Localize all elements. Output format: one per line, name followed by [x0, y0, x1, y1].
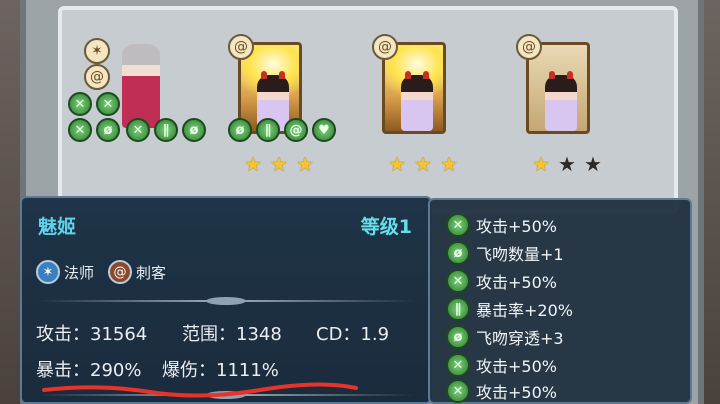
x-icon: ✕ [126, 118, 150, 142]
class-tag-assassin: @ 刺客 [108, 260, 172, 284]
kiss-icon: ♥ [312, 118, 336, 142]
slash-circle-icon: ø [446, 241, 470, 265]
x-icon: ✕ [446, 269, 470, 293]
double-slash-icon: ∥ [256, 118, 280, 142]
slash-circle-icon: ø [228, 118, 252, 142]
stat-range: 范围：1348 [182, 324, 282, 345]
bonus-row: ø 飞吻穿透+3 [446, 324, 564, 350]
star-icon: ★ [414, 152, 432, 176]
star-icon: ★ [388, 152, 406, 176]
bonus-text: 攻击+50% [476, 357, 557, 376]
annotation-underline [42, 382, 358, 398]
bonus-row: ø 飞吻数量+1 [446, 240, 564, 266]
swirl-icon: @ [84, 64, 110, 90]
bonus-row: ∥ 暴击率+20% [446, 296, 573, 322]
star-icon: ★ [244, 152, 262, 176]
swirl-icon: @ [372, 34, 398, 60]
swirl-icon: @ [516, 34, 542, 60]
swirl-icon: @ [284, 118, 308, 142]
bonus-row: ✕ 攻击+50% [446, 352, 557, 378]
x-icon: ✕ [446, 353, 470, 377]
bonus-text: 攻击+50% [476, 217, 557, 236]
star-empty-icon: ★ [558, 152, 576, 176]
hero-sprite [545, 71, 577, 131]
stat-cd: CD：1.9 [316, 324, 390, 345]
bonus-text: 飞吻穿透+3 [476, 329, 564, 348]
slash-circle-icon: ø [446, 325, 470, 349]
star-empty-icon: ★ [584, 152, 602, 176]
hero-name: 魅姬 [38, 216, 77, 238]
divider [38, 297, 414, 305]
hero-sprite [122, 44, 160, 128]
x-icon: ✕ [446, 213, 470, 237]
staff-icon: ✶ [84, 38, 110, 64]
swirl-icon: @ [108, 260, 132, 284]
slash-circle-icon: ø [96, 118, 120, 142]
bonus-text: 暴击率+20% [476, 301, 573, 320]
bonus-text: 攻击+50% [476, 383, 557, 402]
hero-level: 等级1 [360, 216, 412, 238]
bonus-row: ✕ 攻击+50% [446, 268, 557, 294]
slash-circle-icon: ø [182, 118, 206, 142]
bonus-list-panel: ✕ 攻击+50% ø 飞吻数量+1 ✕ 攻击+50% ∥ 暴击率+20% ø 飞… [428, 198, 692, 404]
stat-attack: 攻击：31564 [36, 324, 148, 345]
bonus-row: ✕ 攻击+50% [446, 378, 557, 404]
x-icon: ✕ [446, 379, 470, 403]
star-icon: ★ [440, 152, 458, 176]
class-label: 刺客 [136, 263, 167, 282]
x-icon: ✕ [96, 92, 120, 116]
class-tag-mage: ✶ 法师 [36, 260, 100, 284]
bonus-text: 攻击+50% [476, 273, 557, 292]
x-icon: ✕ [68, 118, 92, 142]
swirl-icon: @ [228, 34, 254, 60]
star-icon: ★ [296, 152, 314, 176]
bonus-row: ✕ 攻击+50% [446, 212, 557, 238]
stat-crit: 暴击：290% [36, 360, 142, 381]
class-label: 法师 [64, 263, 95, 282]
double-slash-icon: ∥ [446, 297, 470, 321]
x-icon: ✕ [68, 92, 92, 116]
stat-crit-damage: 爆伤：1111% [162, 360, 279, 381]
bonus-text: 飞吻数量+1 [476, 245, 564, 264]
hero-info-panel: 魅姬 等级1 ✶ 法师 @ 刺客 攻击：31564 范围：1348 CD：1.9… [20, 196, 432, 404]
star-icon: ★ [270, 152, 288, 176]
staff-icon: ✶ [36, 260, 60, 284]
hero-sprite [401, 71, 433, 131]
star-icon: ★ [532, 152, 550, 176]
double-slash-icon: ∥ [154, 118, 178, 142]
